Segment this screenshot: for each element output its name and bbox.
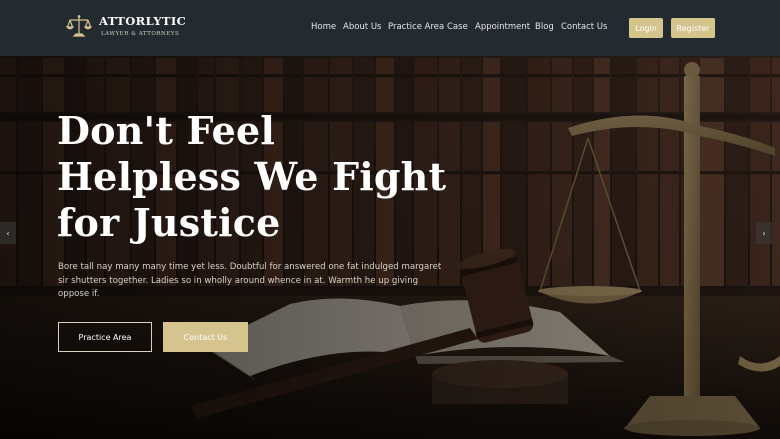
nav-item-appointment[interactable]: Appointment — [475, 22, 530, 32]
nav-item-contact-us[interactable]: Contact Us — [561, 22, 607, 32]
nav-item-practice-area[interactable]: Practice Area — [388, 22, 444, 32]
chevron-right-icon[interactable]: › — [756, 222, 772, 244]
nav-item-blog[interactable]: Blog — [535, 22, 554, 32]
hero-title-line: for Justice — [57, 200, 281, 245]
practice-area-button[interactable]: Practice Area — [58, 322, 152, 352]
site-header: ATTORLYTIC LAWYER & ATTORNEYS Home About… — [0, 0, 780, 56]
main-nav: Home About Us Practice Area Case Appoint… — [0, 22, 780, 36]
hero-title: Don't Feel Helpless We Fight for Justice — [57, 108, 477, 246]
nav-item-case[interactable]: Case — [447, 22, 468, 32]
chevron-left-icon[interactable]: ‹ — [0, 222, 16, 244]
hero-title-line: Don't Feel — [57, 108, 276, 153]
nav-item-home[interactable]: Home — [311, 22, 336, 32]
hero-description: Bore tall nay many many time yet less. D… — [58, 262, 442, 299]
contact-us-button[interactable]: Contact Us — [163, 322, 248, 352]
nav-item-about-us[interactable]: About Us — [343, 22, 381, 32]
hero-title-line: Helpless We Fight — [57, 154, 447, 199]
login-button[interactable]: Login — [629, 18, 663, 38]
hero-slider: Don't Feel Helpless We Fight for Justice… — [0, 56, 780, 439]
register-button[interactable]: Register — [671, 18, 715, 38]
